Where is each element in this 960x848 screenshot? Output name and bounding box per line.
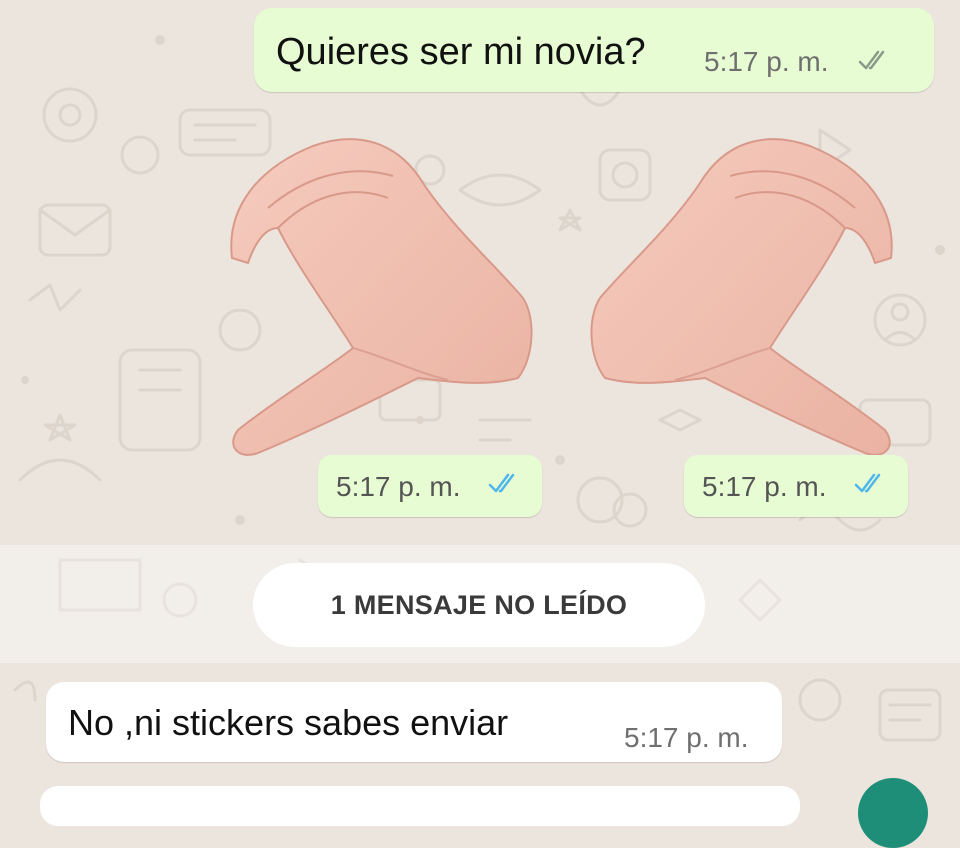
unread-messages-banner: 1 MENSAJE NO LEÍDO — [253, 563, 705, 647]
scroll-down-button[interactable] — [858, 778, 928, 848]
hand-heart-sticker-right[interactable] — [585, 128, 905, 468]
sticker-time: 5:17 p. m. — [336, 471, 461, 502]
double-check-icon — [488, 473, 515, 493]
incoming-message-bubble[interactable]: No ,ni stickers sabes enviar 5:17 p. m. — [46, 682, 782, 762]
sticker-right-time-pill: 5:17 p. m. — [684, 455, 908, 517]
sticker-left-time-pill: 5:17 p. m. — [318, 455, 542, 517]
sticker-time: 5:17 p. m. — [702, 471, 827, 502]
double-check-icon — [854, 473, 881, 493]
hand-heart-sticker-left[interactable] — [218, 128, 538, 468]
message-time: 5:17 p. m. — [624, 722, 749, 753]
message-text: Quieres ser mi novia? — [276, 31, 646, 73]
next-message-bubble[interactable] — [40, 786, 800, 826]
double-check-icon — [858, 50, 885, 70]
message-time: 5:17 p. m. — [704, 46, 829, 77]
message-text: No ,ni stickers sabes enviar — [68, 702, 509, 743]
outgoing-message-bubble[interactable]: Quieres ser mi novia? 5:17 p. m. — [254, 8, 934, 92]
